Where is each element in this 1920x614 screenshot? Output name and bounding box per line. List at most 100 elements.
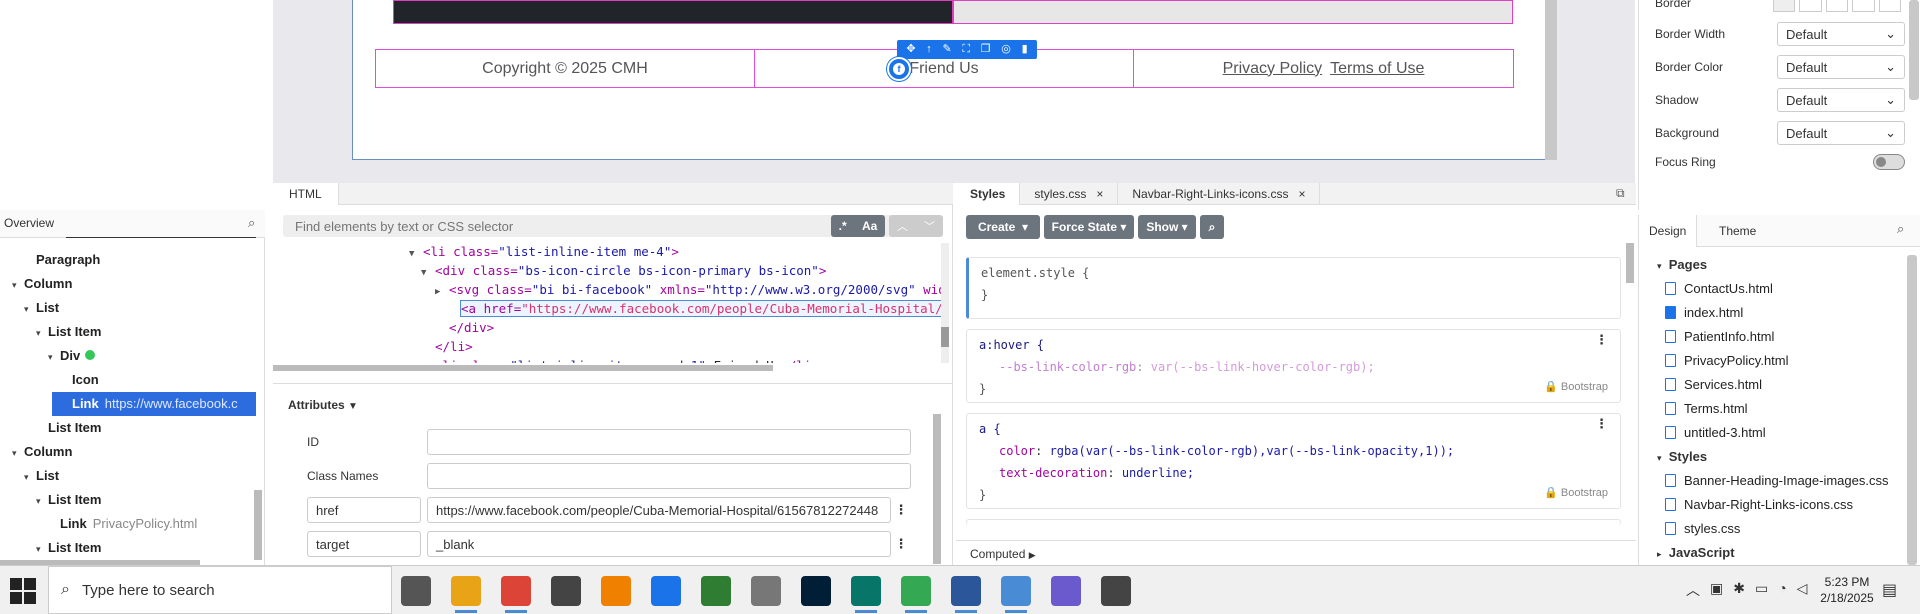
force-state-button[interactable]: Force State ▾ — [1044, 215, 1134, 239]
regex-icon[interactable]: .* — [839, 219, 847, 233]
html-tree-line[interactable]: <li class="list-inline-item mx-md-1">Fri… — [273, 357, 941, 363]
camera-app-icon[interactable] — [551, 576, 581, 606]
overview-item[interactable]: ▾ Column — [0, 440, 256, 464]
page-file-item[interactable]: Terms.html — [1665, 397, 1748, 421]
html-tree-line[interactable]: ▼ <div class="bs-icon-circle bs-icon-prim… — [273, 262, 941, 281]
page-file-item[interactable]: index.html — [1665, 301, 1743, 325]
style-file-item[interactable]: styles.css — [1665, 517, 1740, 541]
javascript-folder[interactable]: ▸ JavaScript — [1657, 541, 1735, 565]
file-explorer-icon[interactable] — [451, 576, 481, 606]
more-vertical-icon[interactable]: ⋮ — [1595, 332, 1608, 348]
tab-design[interactable]: Design — [1639, 215, 1698, 247]
shadow-select[interactable]: Default ⌄ — [1777, 88, 1905, 112]
resize-icon[interactable]: ⛶ — [962, 40, 970, 59]
clock[interactable]: 5:23 PM 2/18/2025 — [1814, 574, 1880, 606]
overview-item[interactable]: ▾ Div — [0, 344, 256, 368]
caret-icon[interactable]: ▾ — [24, 465, 36, 489]
arrow-up-icon[interactable]: ↑ — [926, 40, 932, 59]
page-file-item[interactable]: PrivacyPolicy.html — [1665, 349, 1789, 373]
properties-scrollbar[interactable] — [1909, 0, 1919, 100]
footer-links-cell[interactable]: Privacy Policy Terms of Use — [1133, 49, 1514, 88]
trash-icon[interactable]: ▮ — [1022, 40, 1028, 59]
styles-scrollbar[interactable] — [1626, 243, 1634, 283]
attributes-title[interactable]: Attributes ▼ — [288, 398, 358, 412]
more-vertical-icon[interactable]: ⋮ — [891, 502, 911, 518]
volume-icon[interactable]: ◁ — [1797, 580, 1808, 600]
element-search-input[interactable] — [283, 215, 823, 237]
border-all-button[interactable] — [1799, 0, 1822, 12]
next-rule[interactable] — [966, 519, 1621, 525]
windows-start-icon[interactable] — [10, 578, 36, 604]
terms-of-use-link[interactable]: Terms of Use — [1330, 60, 1424, 78]
html-hscrollbar[interactable] — [273, 365, 773, 371]
chrome-icon[interactable] — [501, 576, 531, 606]
settings-icon[interactable] — [1101, 576, 1131, 606]
overview-item[interactable]: Link PrivacyPolicy.html — [0, 512, 256, 536]
create-button[interactable]: Create ▾ — [966, 215, 1040, 239]
focus-ring-toggle[interactable] — [1873, 154, 1905, 170]
move-icon[interactable]: ✥ — [906, 40, 915, 59]
page-file-item[interactable]: Services.html — [1665, 373, 1762, 397]
search-icon[interactable]: ⌕ — [1200, 215, 1224, 239]
target-name-input[interactable]: target — [307, 531, 421, 557]
copy-icon[interactable]: ❐ — [981, 40, 991, 59]
more-vertical-icon[interactable]: ⋮ — [891, 536, 911, 552]
task-view-icon[interactable] — [401, 576, 431, 606]
dark-section[interactable] — [393, 0, 953, 24]
background-select[interactable]: Default ⌄ — [1777, 121, 1905, 145]
tab-theme[interactable]: Theme — [1709, 215, 1766, 247]
vlc-icon[interactable] — [601, 576, 631, 606]
caret-icon[interactable]: ▾ — [24, 297, 36, 321]
overview-item[interactable]: ▾ Column — [0, 272, 256, 296]
page-file-item[interactable]: untitled-3.html — [1665, 421, 1766, 445]
html-tree-line[interactable]: </div> — [273, 319, 941, 338]
page-file-item[interactable]: ContactUs.html — [1665, 277, 1773, 301]
app-window-icon[interactable] — [1051, 576, 1081, 606]
photoshop-icon[interactable] — [801, 576, 831, 606]
pages-folder[interactable]: ▾ Pages — [1657, 253, 1707, 277]
close-icon[interactable]: × — [1096, 187, 1103, 201]
border-width-select[interactable]: Default ⌄ — [1777, 22, 1905, 46]
download-icon[interactable] — [651, 576, 681, 606]
taskbar-search-box[interactable]: ⌕ Type here to search — [48, 566, 392, 614]
chevron-up-icon[interactable]: ︿ — [897, 218, 908, 234]
battery-icon[interactable]: ▭ — [1755, 580, 1768, 600]
scanner-icon[interactable] — [751, 576, 781, 606]
overview-item[interactable]: ▾ List — [0, 296, 256, 320]
overview-item[interactable]: ▾ List Item — [0, 536, 256, 560]
anchor-rule[interactable]: a { color: rgba(var(--bs-link-color-rgb)… — [966, 413, 1621, 509]
attributes-scrollbar[interactable] — [933, 414, 941, 564]
publisher-icon[interactable] — [851, 576, 881, 606]
overview-item[interactable]: Link https://www.facebook.c — [52, 392, 256, 416]
border-color-select[interactable]: Default ⌄ — [1777, 55, 1905, 79]
show-button[interactable]: Show ▾ — [1138, 215, 1196, 239]
border-top-button[interactable] — [1825, 0, 1849, 12]
caret-icon[interactable]: ▾ — [36, 537, 48, 561]
overview-item[interactable]: ▾ List Item — [0, 320, 256, 344]
html-tree-line[interactable]: </li> — [273, 338, 941, 357]
style-tab[interactable]: Navbar-Right-Links-icons.css × — [1118, 183, 1321, 205]
hide-icon[interactable]: ◎ — [1001, 40, 1011, 59]
overview-item[interactable]: List Item — [0, 416, 256, 440]
caret-icon[interactable]: ▾ — [12, 441, 24, 465]
notification-icon[interactable]: ▤ — [1882, 580, 1897, 600]
html-tree-line[interactable]: ▼ <li class="list-inline-item me-4"> — [273, 243, 941, 262]
bluetooth-icon[interactable]: ✱ — [1733, 580, 1745, 600]
target-value-input[interactable]: _blank — [427, 531, 891, 557]
style-tab[interactable]: styles.css × — [1020, 183, 1119, 205]
id-input[interactable] — [427, 429, 911, 455]
chevron-up-icon[interactable]: ︿ — [1686, 580, 1700, 600]
style-file-item[interactable]: Navbar-Right-Links-icons.css — [1665, 493, 1853, 517]
popout-icon[interactable]: ⧉ — [1616, 186, 1625, 201]
canvas-scrollbar[interactable] — [1545, 0, 1557, 160]
search-icon[interactable]: ⌕ — [1897, 221, 1904, 237]
feather-icon[interactable] — [701, 576, 731, 606]
network-icon[interactable]: ▣ — [1710, 580, 1723, 600]
more-vertical-icon[interactable]: ⋮ — [1595, 416, 1608, 432]
html-tree-view[interactable]: ▼ <li class="list-inline-item me-4"> ▼ <div… — [273, 243, 941, 363]
style-file-item[interactable]: Banner-Heading-Image-images.css — [1665, 469, 1888, 493]
wifi-icon[interactable]: ◔ — [1778, 580, 1786, 600]
caret-icon[interactable]: ▼ — [421, 264, 435, 282]
tab-html[interactable]: HTML — [273, 183, 339, 205]
caret-icon[interactable]: ▾ — [12, 273, 24, 297]
